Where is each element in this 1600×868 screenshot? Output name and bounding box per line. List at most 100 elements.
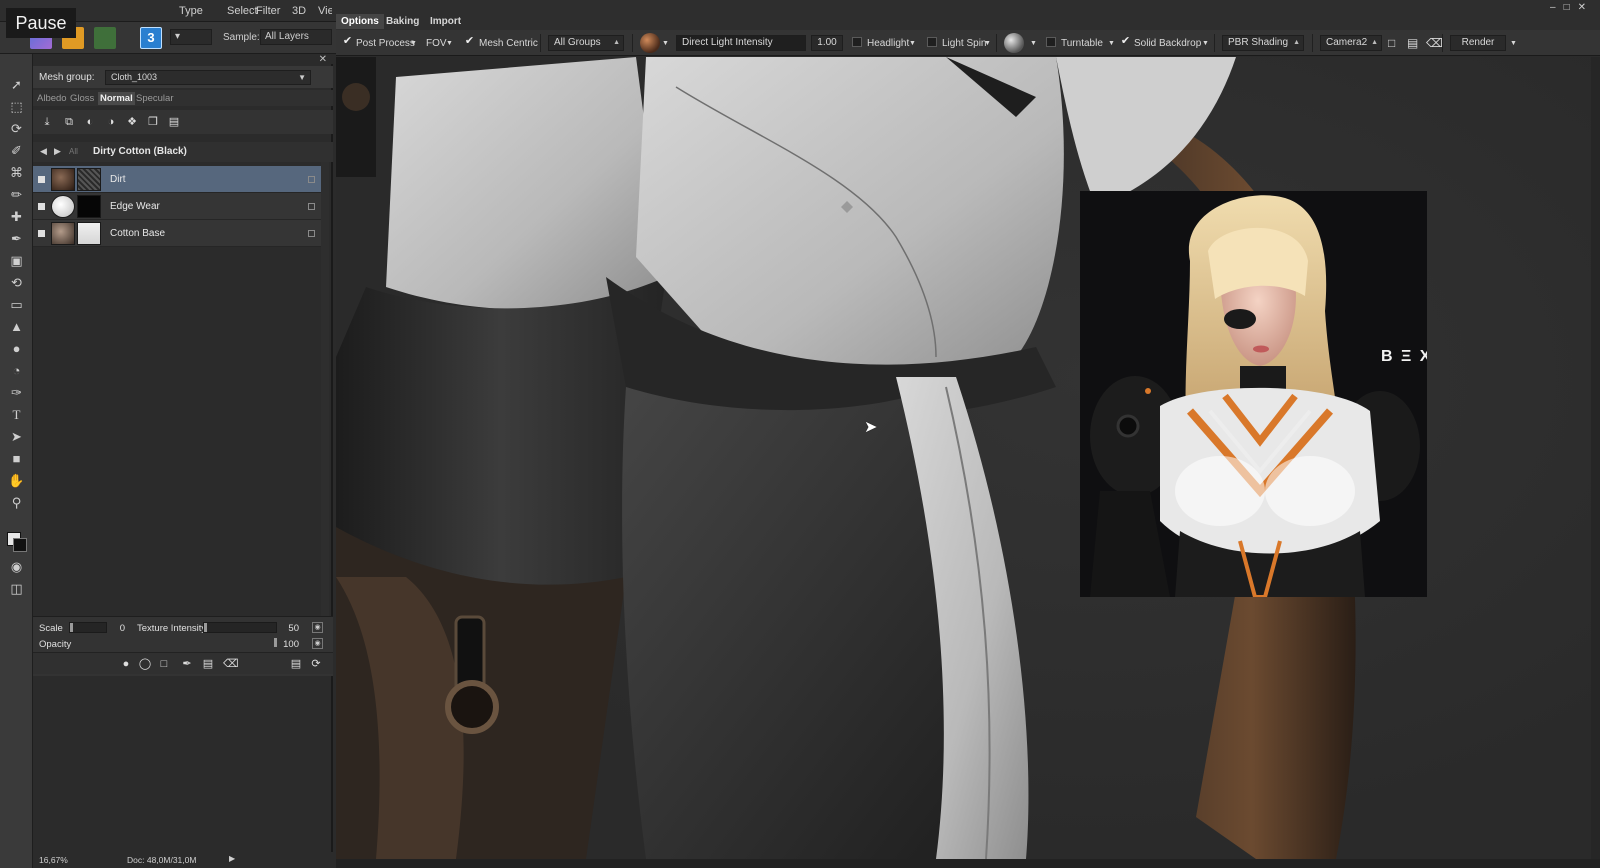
light-spin-checkbox[interactable] xyxy=(927,37,937,47)
back-icon[interactable]: ◀ xyxy=(40,146,47,157)
pen-icon[interactable]: ✑ xyxy=(8,384,25,401)
tab-import[interactable]: Import xyxy=(425,14,466,29)
eraser-icon[interactable]: ▭ xyxy=(8,296,25,313)
mesh-group-dropdown[interactable]: Cloth_1003 ▼ xyxy=(105,70,311,85)
folder-icon[interactable]: ▤ xyxy=(167,115,181,129)
zoom-icon[interactable]: ⚲ xyxy=(8,494,25,511)
trash-icon[interactable]: ⌫ xyxy=(1426,36,1443,50)
chevron-down-icon[interactable]: ▼ xyxy=(1030,40,1037,47)
chevron-down-icon[interactable]: ▼ xyxy=(909,40,916,47)
scale-value[interactable]: 0 xyxy=(101,623,125,634)
menu-filter[interactable]: Filter xyxy=(256,5,280,17)
reference-image[interactable]: B Ξ X xyxy=(1080,191,1427,597)
turntable-label[interactable]: Turntable xyxy=(1061,38,1103,49)
marquee-icon[interactable]: ⬚ xyxy=(8,98,25,115)
hand-icon[interactable]: ✋ xyxy=(8,472,25,489)
tab-baking[interactable]: Baking xyxy=(381,14,424,29)
paint-layer-icon[interactable]: ✒ xyxy=(180,657,194,671)
headlight-label[interactable]: Headlight xyxy=(867,38,909,49)
menu-view[interactable]: View xyxy=(318,5,332,17)
save-camera-icon[interactable]: ▤ xyxy=(1407,36,1418,50)
texture-intensity-slider[interactable] xyxy=(203,622,277,633)
add-mask-icon[interactable]: ◑ xyxy=(104,115,118,129)
post-process-checkbox[interactable]: ✔ xyxy=(342,36,353,47)
blur-icon[interactable]: ● xyxy=(8,340,25,357)
visibility-toggle[interactable] xyxy=(38,203,45,210)
breadcrumb-all[interactable]: All xyxy=(69,147,78,156)
chevron-down-icon[interactable]: ▼ xyxy=(1108,40,1115,47)
chevron-down-icon[interactable]: ▼ xyxy=(446,40,453,47)
light-preset-icon[interactable] xyxy=(640,33,660,53)
chevron-down-icon[interactable]: ▼ xyxy=(984,40,991,47)
mesh-centric-label[interactable]: Mesh Centric xyxy=(479,38,538,49)
zoom-level[interactable]: 16,67% xyxy=(39,855,68,865)
new-layer-icon[interactable]: □ xyxy=(157,657,171,671)
move-icon[interactable]: ➚ xyxy=(8,76,25,93)
texture-intensity-value[interactable]: 50 xyxy=(275,623,299,634)
shape-icon[interactable]: ■ xyxy=(8,450,25,467)
chevron-down-icon[interactable]: ▼ xyxy=(1510,40,1517,47)
turntable-checkbox[interactable] xyxy=(1046,37,1056,47)
opacity-value[interactable]: 100 xyxy=(275,639,299,650)
background-color-swatch[interactable] xyxy=(13,538,27,552)
sample-dropdown[interactable]: All Layers xyxy=(260,29,332,45)
history-brush-icon[interactable]: ⟲ xyxy=(8,274,25,291)
stamp-icon[interactable]: ▣ xyxy=(8,252,25,269)
viewport-horizontal-scrollbar[interactable] xyxy=(336,859,1600,868)
smart-mask-icon[interactable]: ❖ xyxy=(125,115,139,129)
app-tile-icon[interactable] xyxy=(94,27,116,49)
visibility-toggle[interactable] xyxy=(38,176,45,183)
add-material-icon[interactable]: ◐ xyxy=(83,115,97,129)
tab-specular[interactable]: Specular xyxy=(134,92,176,105)
add-layer-icon[interactable]: ⧉ xyxy=(62,115,76,129)
folder-icon[interactable]: ▤ xyxy=(201,657,215,671)
refresh-icon[interactable]: ⟳ xyxy=(309,657,323,671)
lasso-icon[interactable]: ⟳ xyxy=(8,120,25,137)
lock-icon[interactable] xyxy=(308,230,315,237)
environment-icon[interactable] xyxy=(1004,33,1024,53)
light-intensity-field[interactable]: Direct Light Intensity xyxy=(676,35,806,51)
crop-icon[interactable]: ⌘ xyxy=(8,164,25,181)
menu-3d[interactable]: 3D xyxy=(292,5,306,17)
render-button[interactable]: Render xyxy=(1450,35,1506,51)
viewport-scrollbar[interactable] xyxy=(1591,57,1600,859)
reset-icon[interactable]: ◉ xyxy=(312,622,323,633)
trash-icon[interactable]: ⌫ xyxy=(223,657,239,671)
fov-label[interactable]: FOV xyxy=(426,38,447,49)
chevron-down-icon[interactable]: ▼ xyxy=(410,40,417,47)
groups-dropdown[interactable]: All Groups ▲ xyxy=(548,35,624,51)
brush-icon[interactable]: ✒ xyxy=(8,230,25,247)
layer-row-edge-wear[interactable]: Edge Wear xyxy=(33,193,321,220)
solid-backdrop-label[interactable]: Solid Backdrop xyxy=(1134,38,1201,49)
healing-icon[interactable]: ✚ xyxy=(8,208,25,225)
tab-options[interactable]: Options xyxy=(336,14,384,29)
solid-backdrop-checkbox[interactable]: ✔ xyxy=(1120,36,1131,47)
chevron-down-icon[interactable]: ▼ xyxy=(1202,40,1209,47)
sphere-icon[interactable]: ◯ xyxy=(138,657,152,671)
shading-dropdown[interactable]: PBR Shading ▲ xyxy=(1222,35,1304,51)
duplicate-icon[interactable]: ❐ xyxy=(146,115,160,129)
screen-mode-icon[interactable]: ◫ xyxy=(8,580,25,597)
forward-icon[interactable]: ▶ xyxy=(54,146,61,157)
opacity-slider[interactable] xyxy=(69,638,277,649)
type-icon[interactable]: T xyxy=(8,406,25,423)
import-icon[interactable]: ⤓ xyxy=(40,115,54,129)
dodge-icon[interactable]: ◔ xyxy=(8,362,25,379)
chevron-down-icon[interactable]: ▼ xyxy=(662,40,669,47)
layer-row-cotton-base[interactable]: Cotton Base xyxy=(33,220,321,247)
reset-icon[interactable]: ◉ xyxy=(312,638,323,649)
eyedropper-icon[interactable]: ✏ xyxy=(8,186,25,203)
layer-row-dirt[interactable]: Dirt xyxy=(33,166,321,193)
camera-dropdown[interactable]: Camera2 ▲ xyxy=(1320,35,1382,51)
chevron-right-icon[interactable]: ▶ xyxy=(229,854,235,863)
post-process-label[interactable]: Post Process xyxy=(356,38,415,49)
quick-mask-icon[interactable]: ◉ xyxy=(8,558,25,575)
paint-bucket-icon[interactable]: ▲ xyxy=(8,318,25,335)
material-icon[interactable]: ● xyxy=(119,657,133,671)
mesh-centric-checkbox[interactable]: ✔ xyxy=(464,36,475,47)
menu-type[interactable]: Type xyxy=(179,5,203,17)
close-icon[interactable]: ✕ xyxy=(319,54,327,65)
quick-select-icon[interactable]: ✐ xyxy=(8,142,25,159)
menu-select[interactable]: Select xyxy=(227,5,258,17)
light-intensity-value[interactable]: 1.00 xyxy=(811,35,843,51)
